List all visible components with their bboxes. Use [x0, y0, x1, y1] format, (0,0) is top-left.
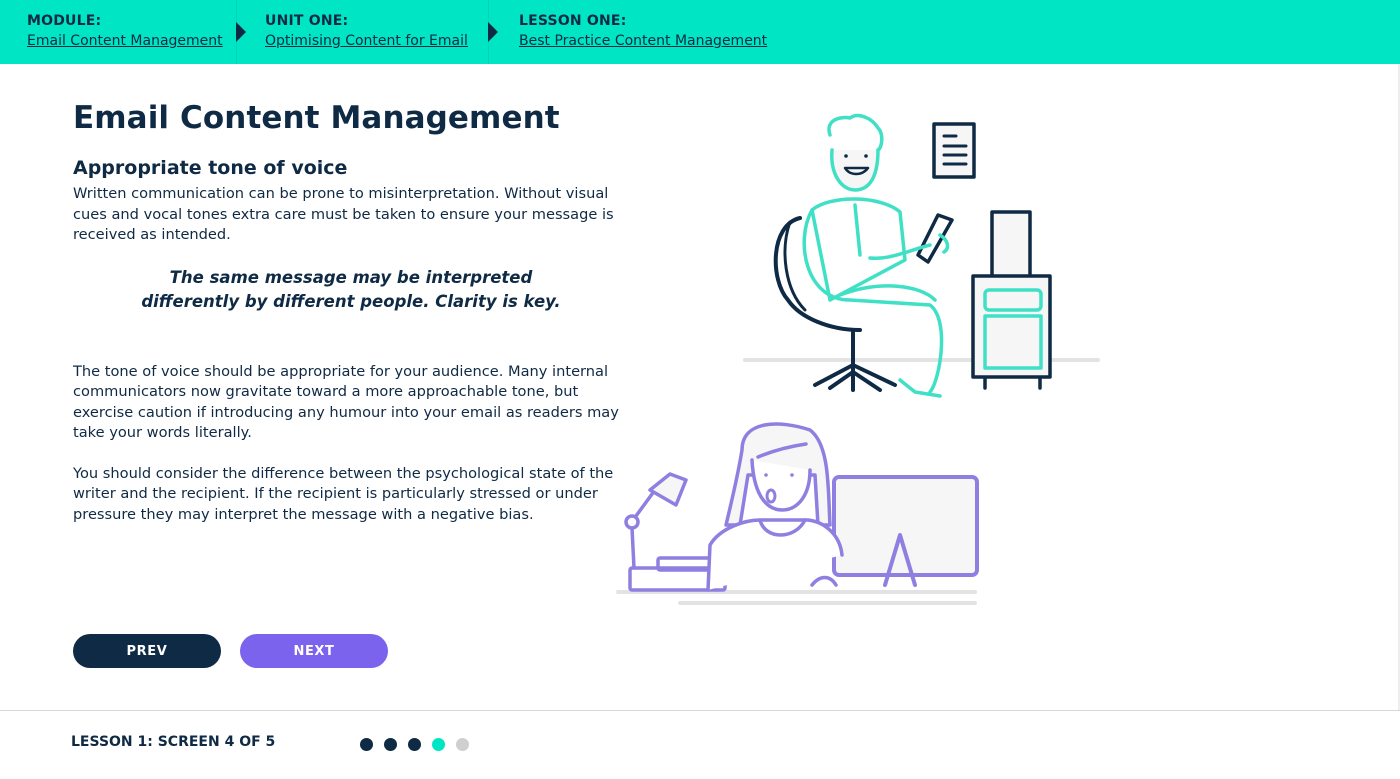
pull-quote-line-1: The same message may be interpreted	[169, 267, 533, 287]
breadcrumb: MODULE: Email Content Management UNIT ON…	[0, 0, 1400, 64]
lesson-content: Email Content Management Appropriate ton…	[73, 100, 643, 525]
prev-button[interactable]: PREV	[73, 634, 221, 668]
progress-dot-2	[384, 738, 397, 751]
lesson-illustration	[616, 113, 1100, 605]
pull-quote-line-2: differently by different people. Clarity…	[141, 291, 561, 311]
progress-dot-4	[432, 738, 445, 751]
paragraph-intro: Written communication can be prone to mi…	[73, 185, 614, 243]
breadcrumb-unit-label: UNIT ONE:	[265, 13, 349, 29]
man-in-chair-with-phone-illustration	[743, 113, 1100, 398]
pull-quote: The same message may be interpreted diff…	[73, 266, 643, 314]
breadcrumb-unit-link[interactable]: Optimising Content for Email	[265, 33, 468, 49]
progress-dot-1	[360, 738, 373, 751]
breadcrumb-lesson-label: LESSON ONE:	[519, 13, 627, 29]
screen-progress-dots	[360, 738, 469, 751]
chevron-right-icon	[236, 22, 246, 42]
breadcrumb-module: MODULE: Email Content Management	[0, 0, 246, 64]
breadcrumb-module-link[interactable]: Email Content Management	[27, 33, 223, 49]
progress-dot-3	[408, 738, 421, 751]
section-heading: Appropriate tone of voice	[73, 157, 348, 179]
breadcrumb-unit: UNIT ONE: Optimising Content for Email	[236, 0, 498, 64]
breadcrumb-lesson-link[interactable]: Best Practice Content Management	[519, 33, 767, 49]
next-button[interactable]: NEXT	[240, 634, 388, 668]
paragraph-audience: The tone of voice should be appropriate …	[73, 362, 619, 442]
breadcrumb-lesson: LESSON ONE: Best Practice Content Manage…	[488, 0, 788, 64]
screen-progress-text: LESSON 1: SCREEN 4 OF 5	[71, 734, 276, 750]
chevron-right-icon	[488, 22, 498, 42]
progress-dot-5	[456, 738, 469, 751]
breadcrumb-module-label: MODULE:	[27, 13, 102, 29]
woman-at-desk-illustration	[616, 422, 979, 605]
paragraph-psychology: You should consider the difference betwe…	[73, 464, 614, 523]
footer-divider	[0, 710, 1400, 711]
page-title: Email Content Management	[73, 100, 560, 136]
